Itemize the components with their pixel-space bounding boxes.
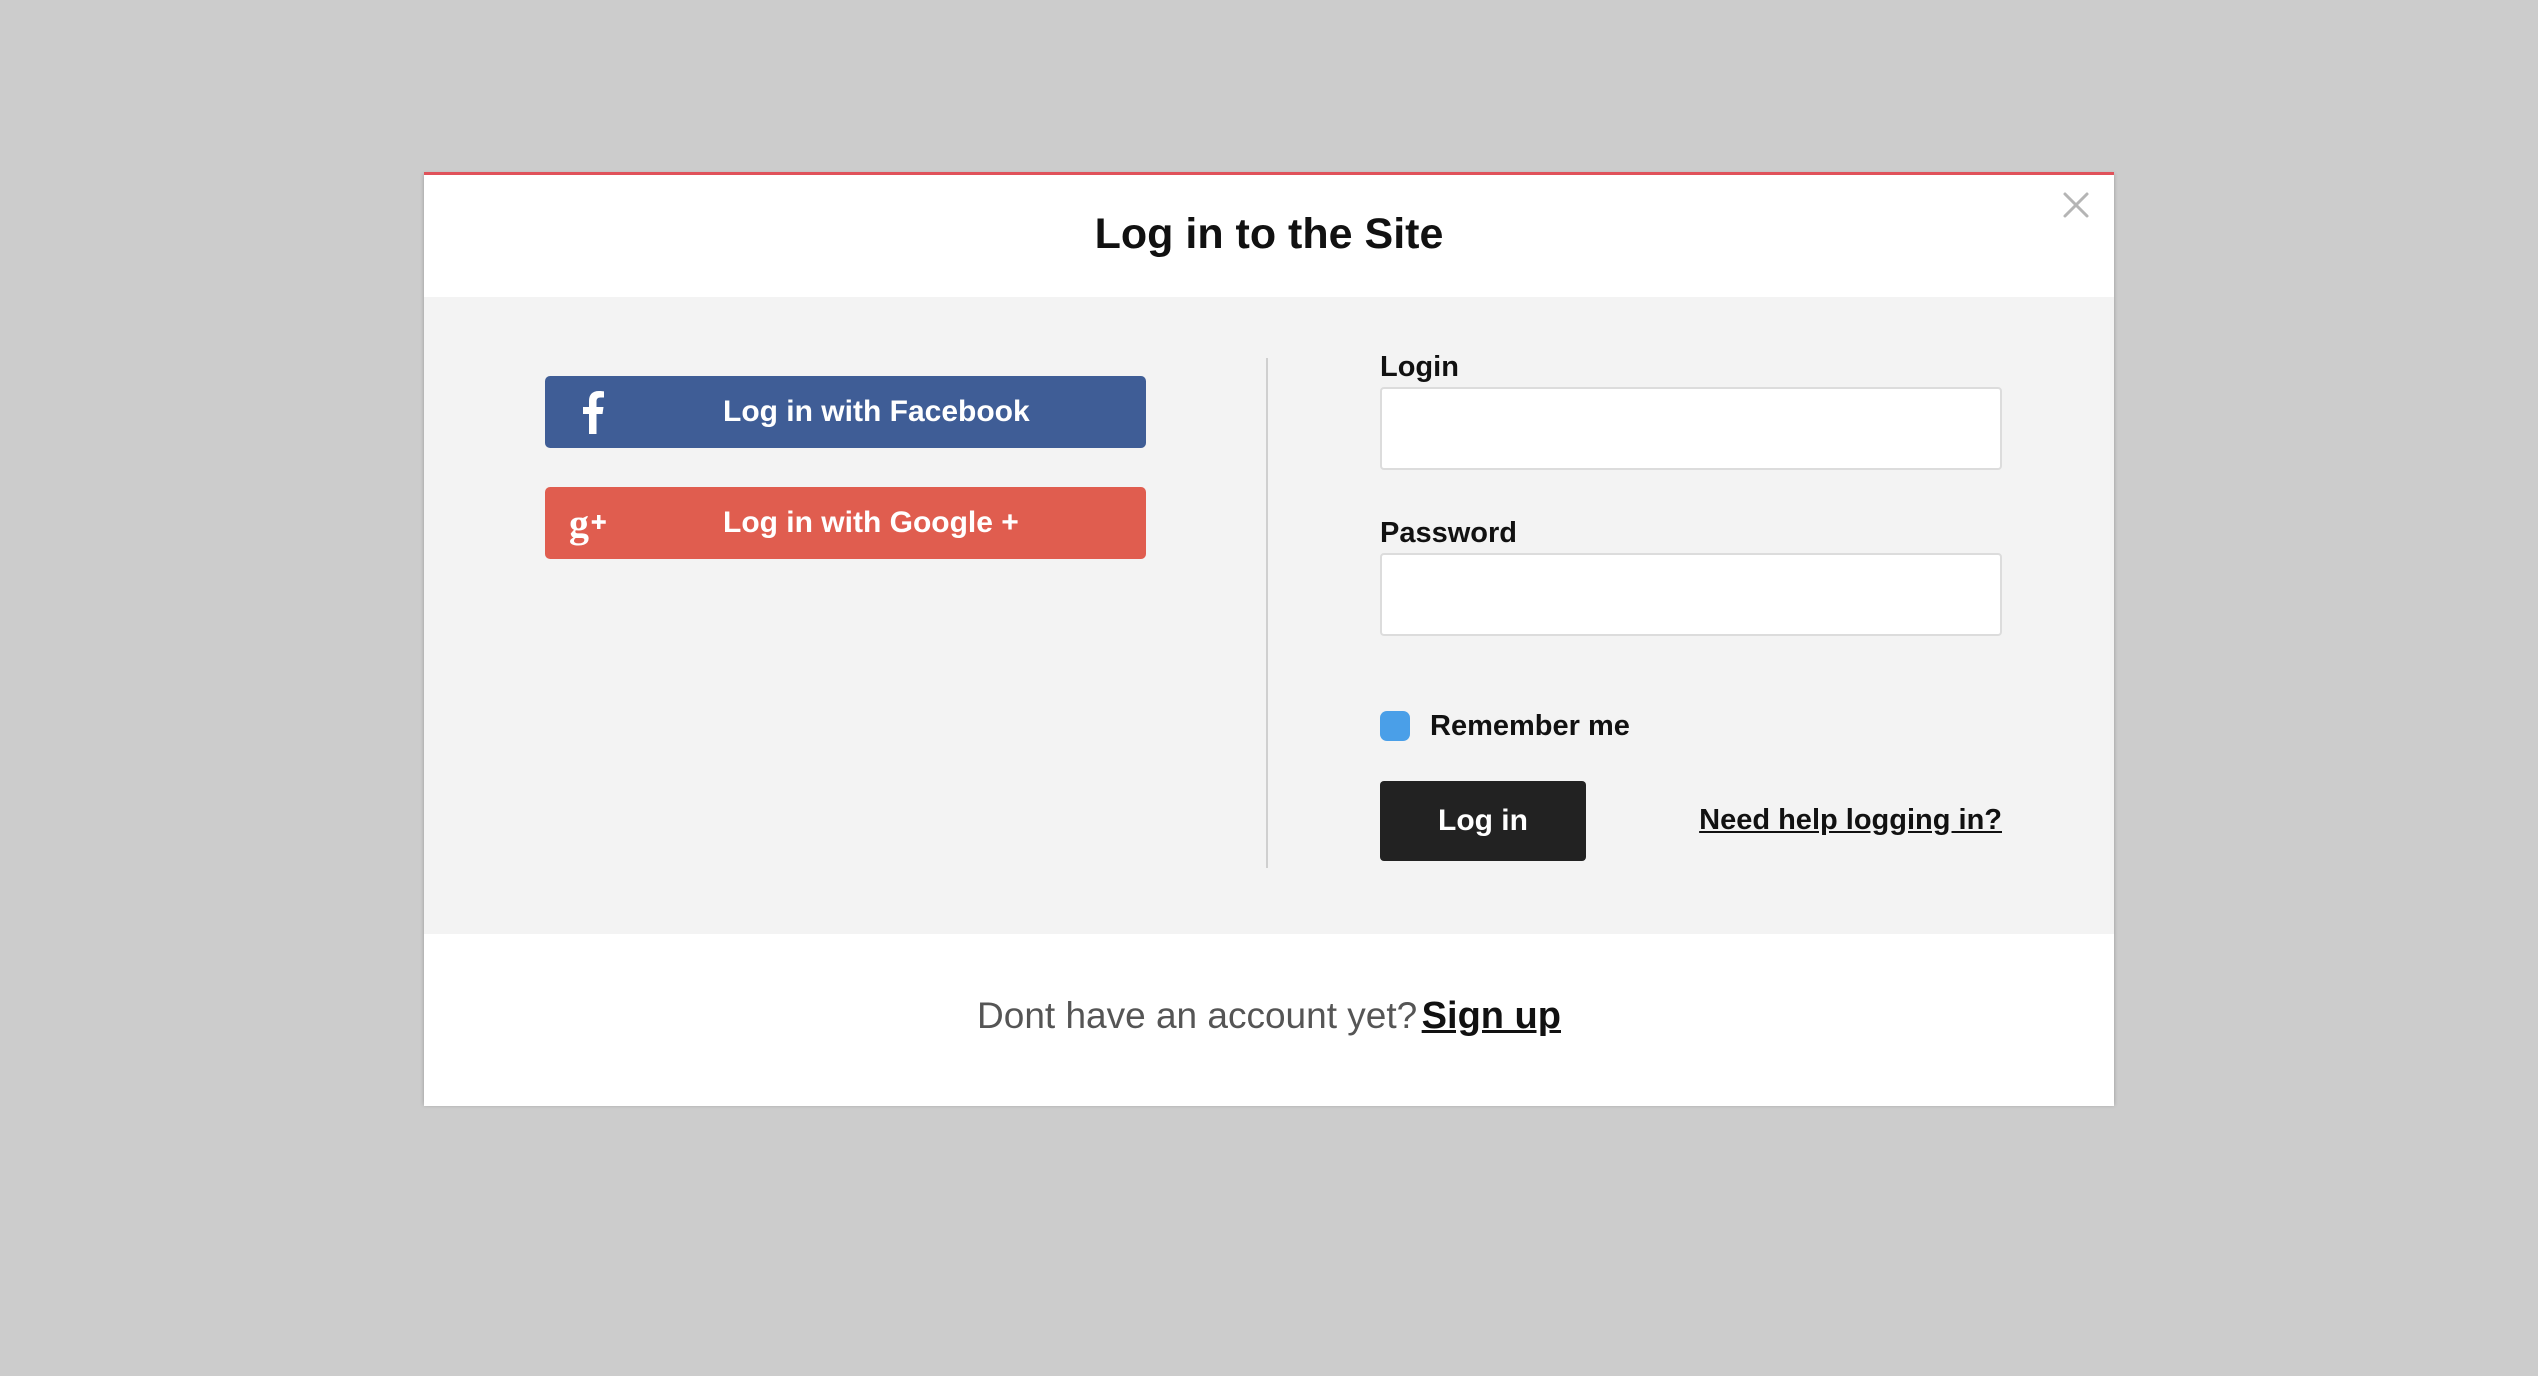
vertical-divider <box>1266 358 1268 868</box>
modal-title: Log in to the Site <box>1094 210 1444 258</box>
facebook-login-label: Log in with Facebook <box>723 395 1030 428</box>
modal-body: Log in with Facebook g Log in with Googl… <box>424 297 2114 934</box>
password-input[interactable] <box>1380 553 2002 636</box>
login-submit-button[interactable]: Log in <box>1380 781 1586 861</box>
facebook-icon <box>567 386 619 438</box>
signup-link[interactable]: Sign up <box>1422 995 1561 1037</box>
remember-me-label[interactable]: Remember me <box>1430 708 1630 744</box>
password-label: Password <box>1380 517 1517 549</box>
google-plus-login-button[interactable]: g Log in with Google + <box>545 487 1146 559</box>
facebook-login-button[interactable]: Log in with Facebook <box>545 376 1146 448</box>
google-plus-login-label: Log in with Google + <box>723 506 1019 539</box>
modal-header: Log in to the Site <box>424 175 2114 297</box>
close-button[interactable] <box>2056 185 2096 225</box>
svg-text:g: g <box>569 501 589 546</box>
modal-footer: Dont have an account yet? Sign up <box>424 934 2114 1106</box>
login-modal: Log in to the Site Log in with Facebook … <box>424 172 2114 1106</box>
login-label: Login <box>1380 351 1459 383</box>
need-help-link[interactable]: Need help logging in? <box>1699 802 2002 838</box>
remember-me-checkbox[interactable] <box>1380 711 1410 741</box>
signup-prompt: Dont have an account yet? Sign up <box>424 992 2114 1048</box>
close-icon <box>2063 192 2089 218</box>
google-plus-icon: g <box>567 497 619 549</box>
login-input[interactable] <box>1380 387 2002 470</box>
signup-prompt-text: Dont have an account yet? <box>977 995 1418 1036</box>
